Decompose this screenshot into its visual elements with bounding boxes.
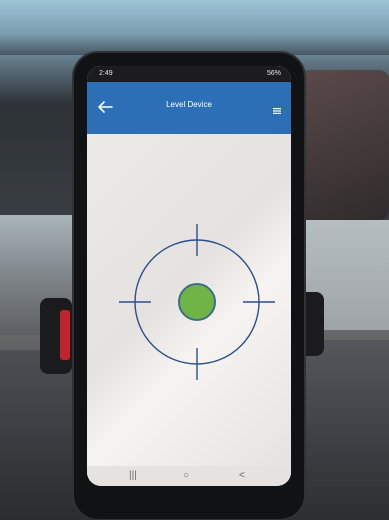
photo-scene: 2:49 56% Level Device ||| ○ < — [0, 0, 389, 520]
status-bar: 2:49 56% — [87, 66, 291, 82]
app-bar: Level Device — [87, 82, 291, 134]
mount-left-red-pad — [60, 310, 70, 360]
windshield-background — [0, 0, 389, 55]
recent-apps-button[interactable]: ||| — [129, 470, 137, 481]
phone-mount-left-clamp — [40, 298, 72, 374]
status-time: 2:49 — [99, 70, 113, 77]
battery-percent: 56% — [266, 70, 281, 77]
back-button[interactable]: < — [239, 470, 245, 481]
home-button[interactable]: ○ — [183, 470, 189, 481]
android-nav-bar: ||| ○ < — [87, 466, 291, 486]
rearview-mirror — [300, 70, 389, 220]
level-crosshair — [117, 222, 277, 382]
dashboard-right — [290, 340, 389, 520]
page-title: Level Device — [166, 100, 212, 109]
phone-screen: 2:49 56% Level Device ||| ○ < — [87, 66, 291, 486]
menu-icon[interactable] — [273, 102, 281, 114]
